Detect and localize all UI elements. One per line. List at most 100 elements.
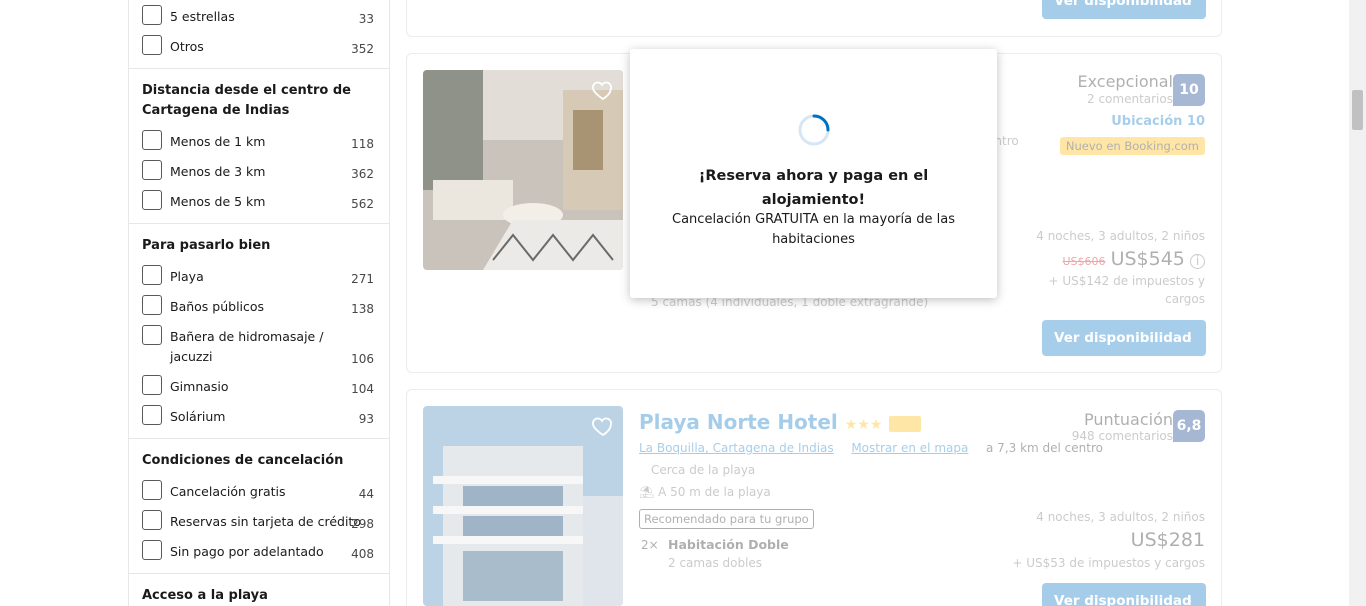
section-title: Distancia desde el centro de Cartagena d… <box>142 81 351 121</box>
filter-option-count: 352 <box>351 42 374 56</box>
filter-option-free-cancellation[interactable]: Cancelación gratis 44 <box>142 480 374 504</box>
filter-option-others[interactable]: Otros 352 <box>142 35 374 59</box>
chevron-right-icon: › <box>1186 330 1192 346</box>
checkbox[interactable] <box>142 375 162 395</box>
checkbox[interactable] <box>142 265 162 285</box>
review-score-badge[interactable]: 10 <box>1173 74 1205 106</box>
filter-option-label: Cancelación gratis <box>170 484 286 499</box>
property-card-2: Playa Norte Hotel ★★★ La Boquilla, Carta… <box>406 389 1222 606</box>
recommended-badge: Recomendado para tu grupo <box>639 509 814 529</box>
checkbox[interactable] <box>142 480 162 500</box>
filter-option-jacuzzi[interactable]: Bañera de hidromasaje / jacuzzi 106 <box>142 325 374 369</box>
show-on-map-link[interactable]: Mostrar en el mapa <box>851 441 968 455</box>
filter-option-count: 44 <box>358 487 374 501</box>
filter-option-label: Menos de 3 km <box>170 164 266 179</box>
filter-option-less-3km[interactable]: Menos de 3 km 362 <box>142 160 374 184</box>
filter-section-beach-access: Acceso a la playa <box>129 574 389 606</box>
filter-option-5-stars[interactable]: 5 estrellas 33 <box>142 5 374 29</box>
taxes-line: + US$53 de impuestos y cargos <box>1012 556 1205 570</box>
taxes-line: cargos <box>1165 292 1205 306</box>
filter-option-beach[interactable]: Playa 271 <box>142 265 374 289</box>
section-title-line: Cartagena de Indias <box>142 103 290 118</box>
checkbox[interactable] <box>142 130 162 150</box>
filter-option-less-1km[interactable]: Menos de 1 km 118 <box>142 130 374 154</box>
review-score-word: Excepcional <box>1077 72 1173 91</box>
filter-option-count: 562 <box>351 197 374 211</box>
checkbox[interactable] <box>142 160 162 180</box>
loading-spinner-icon <box>797 113 831 147</box>
filter-option-label: Sin pago por adelantado <box>170 544 324 559</box>
review-count: 948 comentarios <box>1071 429 1173 443</box>
filter-option-label: Baños públicos <box>170 299 265 314</box>
filter-option-public-baths[interactable]: Baños públicos 138 <box>142 295 374 319</box>
filter-option-gym[interactable]: Gimnasio 104 <box>142 375 374 399</box>
beach-icon: ⛱ <box>639 485 655 499</box>
filter-option-no-prepayment[interactable]: Sin pago por adelantado 408 <box>142 540 374 564</box>
old-price: US$606 <box>1062 255 1106 268</box>
star-rating-icon: ★★★ <box>844 417 883 433</box>
availability-button[interactable]: Ver disponibilidad › <box>1042 583 1206 606</box>
checkbox[interactable] <box>142 35 162 55</box>
heart-icon[interactable] <box>591 414 615 438</box>
property-card-previous: Ver disponibilidad › <box>406 0 1222 37</box>
filter-option-label: Solárium <box>170 409 226 424</box>
location-link[interactable]: La Boquilla, Cartagena de Indias <box>639 441 834 455</box>
filter-option-less-5km[interactable]: Menos de 5 km 562 <box>142 190 374 214</box>
dialog-title: ¡Reserva ahora y paga en el alojamiento! <box>698 168 929 208</box>
checkbox[interactable] <box>142 5 162 25</box>
review-score-badge[interactable]: 6,8 <box>1173 410 1205 442</box>
page-scrollbar[interactable] <box>1349 0 1366 606</box>
filter-option-count: 33 <box>358 12 374 26</box>
hotel-name[interactable]: Playa Norte Hotel ★★★ <box>639 410 922 434</box>
filter-option-no-credit-card[interactable]: Reservas sin tarjeta de crédito 298 <box>142 510 374 534</box>
availability-button[interactable]: Ver disponibilidad › <box>1042 0 1206 19</box>
beach-distance-row: ⛱ A 50 m de la playa <box>639 485 771 499</box>
distance-to-center: a 7,3 km del centro <box>986 441 1103 455</box>
new-badge: Nuevo en Booking.com <box>1059 137 1205 155</box>
checkbox[interactable] <box>142 510 162 530</box>
location-score: Ubicación 10 <box>1111 114 1205 129</box>
property-photo[interactable] <box>423 406 623 606</box>
filter-option-label: Menos de 5 km <box>170 194 266 209</box>
dialog-subtitle: Cancelación GRATUITA en la mayoría de la… <box>672 212 955 247</box>
filter-option-solarium[interactable]: Solárium 93 <box>142 405 374 429</box>
beach-distance: A 50 m de la playa <box>658 485 771 499</box>
filter-section-distance: Distancia desde el centro de Cartagena d… <box>129 69 389 224</box>
availability-button-label: Ver disponibilidad <box>1054 330 1192 346</box>
availability-button-label: Ver disponibilidad <box>1054 593 1192 606</box>
filter-option-label: Gimnasio <box>170 379 229 394</box>
heart-icon[interactable] <box>591 78 615 102</box>
filter-option-count: 362 <box>351 167 374 181</box>
checkbox[interactable] <box>142 405 162 425</box>
property-photo[interactable] <box>423 70 623 270</box>
scrollbar-thumb[interactable] <box>1352 90 1363 130</box>
checkbox[interactable] <box>142 295 162 315</box>
filter-section-cancellation: Condiciones de cancelación Cancelación g… <box>129 439 389 574</box>
near-beach: Cerca de la playa <box>651 463 756 477</box>
price-block: US$606 US$545 i <box>1062 248 1205 270</box>
filter-option-label: Otros <box>170 39 204 54</box>
room-qty: 2× <box>641 538 659 552</box>
checkbox[interactable] <box>142 325 162 345</box>
current-price: US$281 <box>1130 529 1205 551</box>
availability-button[interactable]: Ver disponibilidad › <box>1042 320 1206 356</box>
room-type: Habitación Doble <box>668 537 789 552</box>
filter-option-count: 104 <box>351 382 374 396</box>
loading-dialog: ¡Reserva ahora y paga en el alojamiento!… <box>630 49 997 298</box>
info-icon[interactable]: i <box>1190 254 1205 269</box>
room-beds: 2 camas dobles <box>668 556 763 570</box>
checkbox[interactable] <box>142 540 162 560</box>
section-title-line: Distancia desde el centro de <box>142 83 351 98</box>
filter-section-fun: Para pasarlo bien Playa 271 Baños públic… <box>129 224 389 439</box>
filter-option-count: 271 <box>351 272 374 286</box>
filter-option-count: 93 <box>358 412 374 426</box>
section-title: Acceso a la playa <box>142 588 268 603</box>
page: 5 estrellas 33 Otros 352 Distancia desde… <box>0 0 1366 606</box>
chevron-right-icon: › <box>1186 0 1192 9</box>
filter-option-count: 106 <box>351 352 374 366</box>
chevron-right-icon: › <box>1186 593 1192 606</box>
location-line: La Boquilla, Cartagena de Indias Mostrar… <box>639 441 1103 455</box>
filter-option-count: 408 <box>351 547 374 561</box>
checkbox[interactable] <box>142 190 162 210</box>
review-count: 2 comentarios <box>1087 92 1173 106</box>
